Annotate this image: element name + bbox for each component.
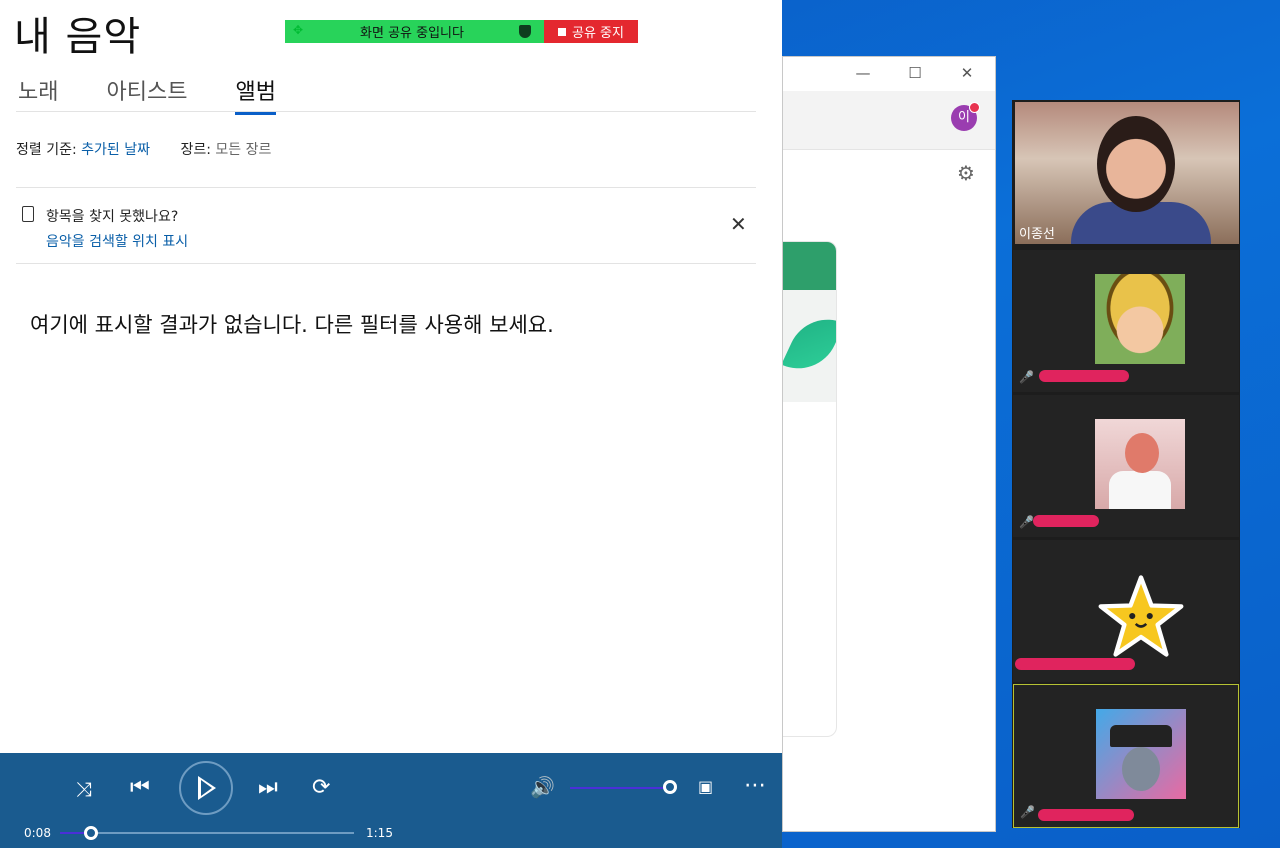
card-illustration — [783, 290, 836, 402]
close-icon[interactable]: ✕ — [730, 214, 747, 234]
empty-state-message: 여기에 표시할 결과가 없습니다. 다른 필터를 사용해 보세요. — [30, 313, 554, 337]
volume-slider-thumb[interactable] — [663, 780, 677, 794]
muted-mic-icon: 🎤 — [1019, 370, 1034, 384]
content-card[interactable] — [783, 241, 837, 737]
meeting-participants-panel: 이종선 🎤 🎤 🎤 — [1012, 100, 1240, 828]
drag-handle-icon[interactable]: ✥ — [293, 23, 303, 37]
participant-tile[interactable]: 🎤 — [1013, 395, 1239, 537]
player-bar: ⤨ ⏮ ⏭ ⟳ 🔊 ▣ ⋯ 0:08 1:15 — [0, 753, 782, 848]
participant-tile-active[interactable]: 🎤 — [1013, 684, 1239, 828]
participant-tile[interactable]: 이종선 — [1013, 100, 1239, 246]
maximize-icon[interactable]: ☐ — [903, 63, 927, 83]
show-music-locations-link[interactable]: 음악을 검색할 위치 표시 — [46, 231, 188, 251]
redacted-name — [1039, 370, 1129, 382]
stop-share-button[interactable]: 공유 중지 — [544, 20, 638, 43]
filter-row: 정렬 기준: 추가된 날짜 장르: 모든 장르 — [16, 139, 271, 159]
notification-dot — [969, 102, 980, 113]
next-icon[interactable]: ⏭ — [258, 775, 278, 800]
background-window[interactable]: — ☐ ✕ 이 ⚙ — [782, 56, 996, 832]
divider — [16, 187, 756, 188]
share-status[interactable]: ✥ 화면 공유 중입니다 — [285, 20, 544, 43]
shuffle-icon[interactable]: ⤨ — [76, 777, 92, 801]
genre-label: 장르: — [180, 142, 211, 158]
notice-title: 항목을 찾지 못했나요? — [46, 209, 179, 225]
participant-tile[interactable]: 🎤 — [1013, 250, 1239, 392]
redacted-name — [1033, 515, 1099, 527]
participant-tile[interactable] — [1013, 540, 1239, 682]
tab-albums[interactable]: 앨범 — [235, 74, 276, 115]
participant-avatar — [1095, 274, 1185, 364]
window-titlebar[interactable]: — ☐ ✕ — [783, 57, 995, 91]
document-icon — [22, 206, 34, 222]
muted-mic-icon: 🎤 — [1020, 805, 1035, 819]
mini-player-icon[interactable]: ▣ — [698, 777, 713, 796]
elapsed-time: 0:08 — [24, 826, 51, 840]
genre-dropdown[interactable]: 모든 장르 — [215, 142, 271, 158]
tab-artists[interactable]: 아티스트 — [106, 74, 187, 115]
repeat-icon[interactable]: ⟳ — [312, 775, 330, 800]
share-status-text: 화면 공유 중입니다 — [360, 26, 464, 41]
total-duration: 1:15 — [366, 826, 393, 840]
redacted-name — [1038, 809, 1134, 821]
page-title: 내 음악 — [14, 14, 142, 60]
tabs-divider — [16, 111, 756, 112]
sort-dropdown[interactable]: 추가된 날짜 — [81, 142, 150, 158]
more-icon[interactable]: ⋯ — [744, 773, 766, 798]
seek-bar-thumb[interactable] — [84, 826, 99, 840]
close-icon[interactable]: ✕ — [955, 63, 979, 83]
participant-avatar — [1096, 709, 1186, 799]
play-icon — [198, 776, 216, 800]
divider — [16, 263, 756, 264]
minimize-icon[interactable]: — — [851, 63, 875, 83]
participant-name: 이종선 — [1019, 227, 1055, 242]
screen-share-banner: ✥ 화면 공유 중입니다 공유 중지 — [285, 20, 638, 43]
music-app-window: 내 음악 노래 아티스트 앨범 정렬 기준: 추가된 날짜 장르: 모든 장르 … — [0, 0, 782, 848]
muted-mic-icon: 🎤 — [1019, 515, 1034, 529]
stop-icon — [558, 27, 566, 36]
redacted-name — [1015, 658, 1135, 670]
participant-avatar — [1095, 419, 1185, 509]
star-avatar-icon — [1098, 575, 1184, 657]
volume-icon[interactable]: 🔊 — [530, 775, 555, 799]
tab-songs[interactable]: 노래 — [18, 74, 58, 115]
stop-share-label: 공유 중지 — [572, 26, 624, 41]
browser-toolbar: 이 — [783, 91, 995, 150]
seek-bar[interactable] — [60, 832, 354, 834]
gear-icon[interactable]: ⚙ — [957, 161, 975, 185]
volume-slider[interactable] — [570, 787, 670, 789]
shield-icon — [519, 25, 531, 38]
previous-icon[interactable]: ⏮ — [130, 775, 150, 800]
sort-label: 정렬 기준: — [16, 142, 77, 158]
card-header-image — [783, 242, 836, 290]
tab-bar: 노래 아티스트 앨범 — [18, 74, 324, 115]
